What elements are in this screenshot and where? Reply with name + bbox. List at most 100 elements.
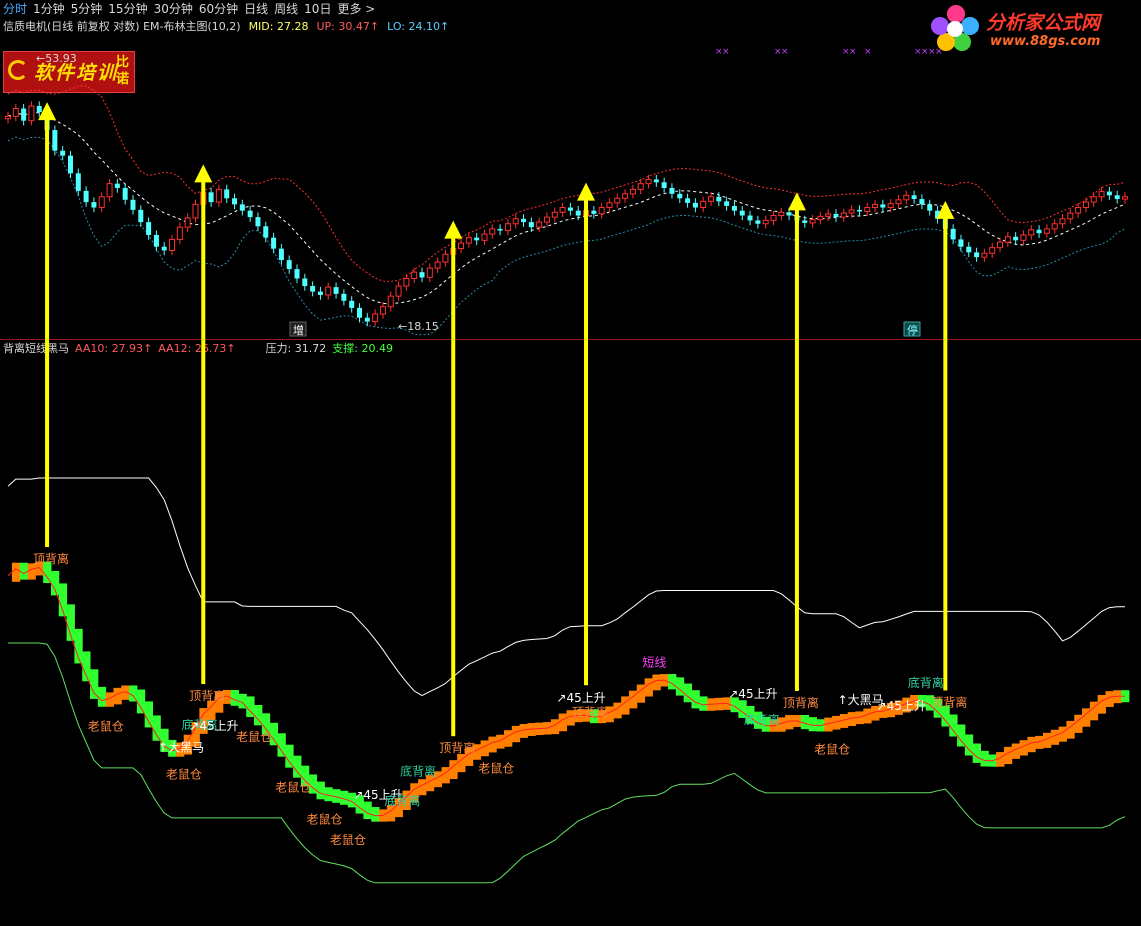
signal-arrow-head [194, 164, 213, 183]
bollinger-upper-line [7, 85, 1126, 283]
candle-body [232, 198, 238, 205]
indicator-block [1066, 720, 1075, 739]
indicator-block [1011, 743, 1021, 759]
candle-body [700, 200, 707, 209]
candle-body [974, 252, 980, 258]
candle-body [184, 217, 191, 228]
candle-body [645, 178, 652, 185]
candle-body [364, 317, 370, 322]
candle-body [1106, 191, 1112, 196]
signal-label: ↗45上升 [189, 719, 238, 733]
pressure-line [7, 477, 1125, 697]
candle-body [208, 192, 214, 203]
indicator-block [1097, 694, 1106, 714]
candle-body [919, 199, 925, 205]
signal-arrow-head [444, 220, 463, 239]
signal-label: ↗45上升 [556, 691, 605, 705]
candle-body [349, 300, 355, 308]
candle-body [161, 246, 167, 251]
candle-body [559, 207, 566, 213]
candle-body [1082, 201, 1089, 209]
indicator-block [980, 750, 989, 767]
indicator-block [621, 696, 630, 715]
candle-body [458, 242, 465, 250]
candle-body [83, 190, 89, 203]
indicator-block [277, 733, 286, 757]
candle-body [958, 239, 964, 247]
candle-body [1043, 228, 1050, 234]
signal-label: 老鼠仓 [275, 781, 311, 795]
candle-body [762, 219, 769, 225]
candle-body [551, 211, 558, 218]
signal-mark: × [781, 47, 789, 57]
signal-label: 顶背离 [572, 704, 608, 719]
chart-canvas: ←53.93←18.15增 停× × × × × × × × × × × 顶背离顶背离底背离老鼠仓↑大… [5, 47, 1130, 884]
candle-body [778, 211, 785, 217]
candle-body [543, 216, 550, 223]
indicator-block [613, 702, 622, 719]
signal-arrows [38, 102, 955, 737]
candle-body [669, 187, 675, 194]
candle-body [950, 228, 956, 240]
signal-label: 老鼠仓 [306, 812, 342, 826]
candle-body [286, 260, 292, 270]
signal-label: 老鼠仓 [330, 833, 366, 847]
indicator-block [136, 689, 146, 714]
bollinger-lower-line [7, 136, 1126, 336]
candle-body [489, 228, 496, 235]
candle-body [419, 272, 425, 278]
candle-body [130, 199, 136, 210]
candle-body [1036, 229, 1042, 234]
signal-label: 老鼠仓 [166, 768, 202, 782]
candle-body [677, 193, 683, 199]
signal-label: 老鼠仓 [236, 730, 272, 744]
candle-body [341, 293, 347, 301]
candle-body [731, 205, 737, 211]
candle-body [372, 313, 379, 323]
candle-body [966, 246, 972, 253]
signal-label: ↗45上升 [728, 687, 777, 701]
indicator-block [504, 730, 513, 747]
candle-body [739, 210, 745, 216]
candle-body [661, 182, 667, 188]
candle-body [802, 220, 808, 223]
signal-arrow-shaft [201, 180, 206, 685]
indicator-block [972, 743, 981, 763]
indicator-block [957, 724, 966, 747]
candle-body [981, 252, 988, 258]
indicator-block [691, 690, 700, 709]
candle-body [106, 183, 113, 198]
candle-body [247, 210, 253, 218]
signal-label: 底背离 [744, 712, 780, 727]
candle-body [575, 210, 581, 216]
candle-body [114, 183, 120, 188]
low-price-label: ←18.15 [398, 320, 439, 333]
candle-body [653, 179, 659, 183]
candle-body [411, 271, 418, 279]
indicator-block [558, 713, 567, 732]
indicator-block [441, 767, 450, 784]
signal-label: 顶背离 [783, 695, 819, 710]
candle-body [215, 188, 222, 203]
candle-body [474, 237, 480, 241]
indicator-block [90, 669, 99, 699]
candle-body [528, 222, 534, 228]
candle-body [153, 234, 159, 247]
candle-body [442, 253, 449, 263]
candle-body [927, 204, 933, 211]
indicator-panel [7, 477, 1130, 884]
candle-body [434, 261, 441, 269]
indicator-labels: 顶背离顶背离底背离老鼠仓↑大黑马↗45上升老鼠仓老鼠仓老鼠仓老鼠仓老鼠仓↗45上… [33, 551, 967, 847]
signal-arrow-shaft [943, 216, 948, 691]
signal-arrow-shaft [45, 118, 50, 548]
candle-body [481, 233, 488, 241]
support-line [8, 642, 1126, 884]
candle-body [864, 207, 871, 212]
indicator-block [285, 744, 294, 768]
signal-label: 顶背离 [189, 688, 225, 703]
candle-body [504, 223, 511, 232]
candle-body [379, 306, 386, 315]
signal-label: 顶背离 [931, 694, 967, 709]
candle-body [317, 291, 323, 295]
candle-body [239, 204, 245, 211]
